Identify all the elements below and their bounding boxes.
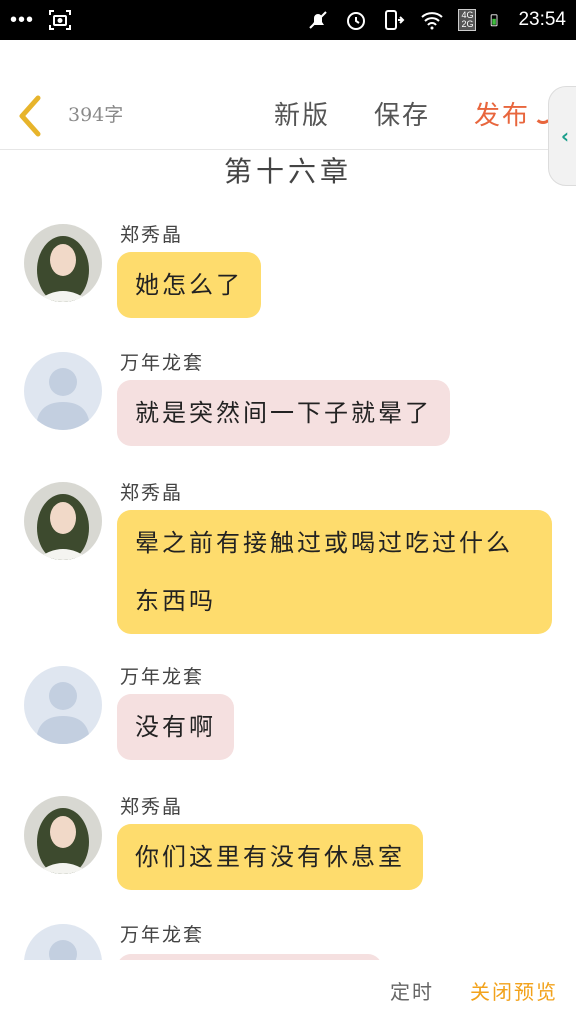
default-avatar-icon (24, 666, 102, 744)
sender-name: 万年龙套 (120, 666, 205, 688)
chat-message: 万年龙套 (0, 920, 576, 960)
default-avatar-icon (24, 352, 102, 430)
screenshot-icon (49, 10, 72, 30)
save-button[interactable]: 保存 (374, 94, 430, 138)
sender-name: 万年龙套 (120, 352, 205, 374)
message-bubble: 她怎么了 (117, 252, 261, 318)
avatar-girl[interactable] (24, 796, 102, 874)
publish-button[interactable]: 发布 (474, 94, 530, 138)
overflow-dots: ••• (10, 9, 35, 31)
header-actions: 新版 保存 发布 (274, 94, 530, 138)
wifi-icon (421, 12, 444, 30)
message-bubble: 晕之前有接触过或喝过吃过什么东西吗 (117, 510, 552, 634)
message-bubble: 你们这里有没有休息室 (117, 824, 423, 890)
girl-avatar-icon (24, 796, 102, 874)
clock-time: 23:54 (518, 9, 566, 30)
editor-header: 394字 新版 保存 发布 (0, 40, 576, 150)
timer-button[interactable]: 定时 (390, 976, 434, 1005)
avatar-girl[interactable] (24, 482, 102, 560)
default-avatar-icon (24, 924, 102, 960)
network-indicator: 4G 2G (458, 9, 477, 31)
word-count: 394字 (68, 104, 124, 126)
chapter-title: 第十六章 (223, 155, 352, 188)
girl-avatar-icon (24, 482, 102, 560)
avatar-default[interactable] (24, 352, 102, 430)
bottom-bar: 定时 关闭预览 (0, 960, 576, 1024)
girl-avatar-icon (24, 224, 102, 302)
message-bubble: 就是突然间一下子就晕了 (117, 380, 450, 446)
avatar-default[interactable] (24, 666, 102, 744)
mute-icon (309, 11, 328, 29)
alarm-icon (347, 12, 366, 30)
back-arrow-icon[interactable] (14, 94, 46, 138)
sender-name: 郑秀晶 (120, 796, 184, 818)
status-bar: ••• 4G 2G 23:54 (0, 0, 576, 40)
chevron-left-icon: ‹ (560, 124, 570, 148)
message-bubble: 没有啊 (117, 694, 234, 760)
sender-name: 万年龙套 (120, 924, 205, 946)
battery-icon (491, 14, 498, 27)
avatar-default[interactable] (24, 924, 102, 960)
close-preview-button[interactable]: 关闭预览 (470, 976, 558, 1005)
phone-signal-icon (385, 10, 405, 30)
sender-name: 郑秀晶 (120, 482, 184, 504)
avatar-girl[interactable] (24, 224, 102, 302)
sender-name: 郑秀晶 (120, 224, 184, 246)
new-version-button[interactable]: 新版 (274, 94, 330, 138)
network-2g-label: 2G (461, 19, 474, 29)
